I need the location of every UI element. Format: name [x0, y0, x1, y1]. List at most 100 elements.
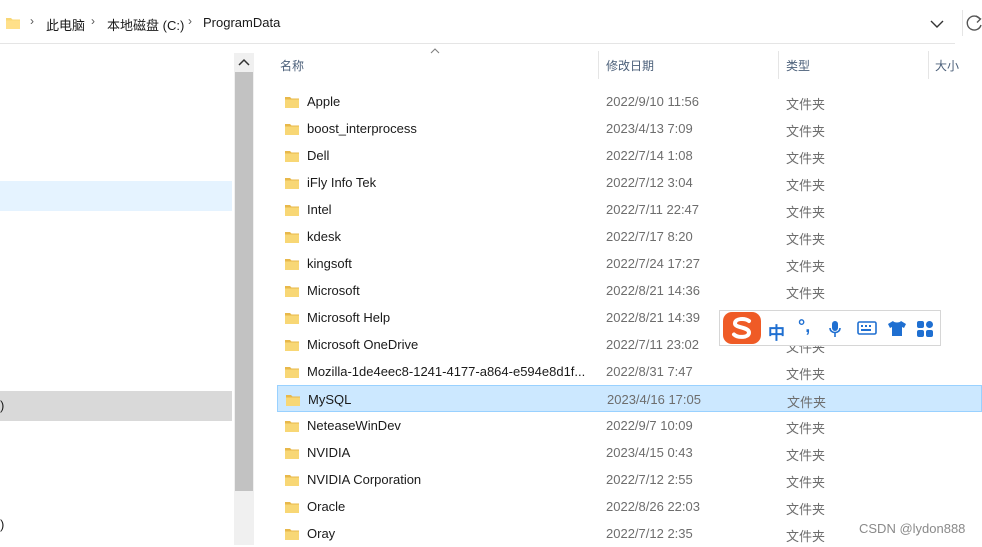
- column-divider[interactable]: [928, 51, 929, 79]
- file-name: kdesk: [307, 229, 341, 244]
- folder-icon: [285, 475, 299, 486]
- skin-shirt-icon[interactable]: [887, 320, 907, 337]
- folder-icon: [285, 151, 299, 162]
- file-type: 文件夹: [786, 529, 826, 544]
- column-header-date[interactable]: 修改日期: [606, 57, 654, 74]
- folder-icon: [285, 421, 299, 432]
- file-name: Intel: [307, 202, 332, 217]
- file-name: kingsoft: [307, 256, 352, 271]
- file-type: 文件夹: [786, 421, 826, 436]
- file-row[interactable]: kdesk 2022/7/17 8:20 文件夹: [277, 223, 982, 250]
- watermark: CSDN @lydon888: [859, 521, 966, 536]
- column-header-size[interactable]: 大小: [935, 57, 959, 74]
- navigation-pane: [0, 45, 256, 545]
- refresh-icon[interactable]: [962, 10, 982, 36]
- file-row[interactable]: boost_interprocess 2023/4/13 7:09 文件夹: [277, 115, 982, 142]
- nav-item-hover[interactable]: [0, 181, 232, 211]
- file-name: Dell: [307, 148, 330, 163]
- chevron-right-icon[interactable]: ›: [30, 14, 34, 28]
- file-name: boost_interprocess: [307, 121, 417, 136]
- chevron-right-icon[interactable]: ›: [188, 14, 192, 28]
- sort-ascending-icon: [430, 48, 440, 54]
- file-type: 文件夹: [787, 395, 827, 410]
- file-type: 文件夹: [786, 151, 826, 166]
- file-modified-date: 2022/7/12 2:55: [606, 472, 693, 487]
- file-type: 文件夹: [786, 259, 826, 274]
- chevron-right-icon[interactable]: ›: [91, 14, 95, 28]
- file-row[interactable]: iFly Info Tek 2022/7/12 3:04 文件夹: [277, 169, 982, 196]
- file-row[interactable]: Mozilla-1de4eec8-1241-4177-a864-e594e8d1…: [277, 358, 982, 385]
- folder-icon: [285, 286, 299, 297]
- keyboard-icon[interactable]: [857, 320, 877, 336]
- file-row[interactable]: NeteaseWinDev 2022/9/7 10:09 文件夹: [277, 412, 982, 439]
- column-divider[interactable]: [598, 51, 599, 79]
- file-modified-date: 2022/9/7 10:09: [606, 418, 693, 433]
- file-row[interactable]: NVIDIA 2023/4/15 0:43 文件夹: [277, 439, 982, 466]
- ime-punctuation-toggle[interactable]: °,: [798, 316, 810, 337]
- breadcrumb-local-disk[interactable]: 本地磁盘 (C:): [107, 15, 184, 34]
- sogou-logo-icon[interactable]: [723, 312, 761, 344]
- column-header-type[interactable]: 类型: [786, 57, 810, 74]
- file-name: Mozilla-1de4eec8-1241-4177-a864-e594e8d1…: [307, 364, 586, 379]
- file-row[interactable]: Apple 2022/9/10 11:56 文件夹: [277, 88, 982, 115]
- folder-icon: [285, 340, 299, 351]
- scroll-up-arrow-icon[interactable]: [234, 53, 254, 71]
- file-modified-date: 2023/4/16 17:05: [607, 392, 701, 407]
- file-row[interactable]: kingsoft 2022/7/24 17:27 文件夹: [277, 250, 982, 277]
- file-modified-date: 2022/8/26 22:03: [606, 499, 700, 514]
- file-modified-date: 2022/8/21 14:39: [606, 310, 700, 325]
- file-modified-date: 2022/9/10 11:56: [606, 94, 700, 109]
- folder-icon: [285, 502, 299, 513]
- ime-language-toggle[interactable]: 中: [768, 319, 785, 344]
- file-modified-date: 2022/8/31 7:47: [606, 364, 693, 379]
- scrollbar-thumb[interactable]: [235, 72, 253, 491]
- folder-icon: [285, 259, 299, 270]
- file-type: 文件夹: [786, 286, 826, 301]
- file-row[interactable]: NVIDIA Corporation 2022/7/12 2:55 文件夹: [277, 466, 982, 493]
- breadcrumb-programdata[interactable]: ProgramData: [203, 15, 280, 30]
- file-modified-date: 2022/7/14 1:08: [606, 148, 693, 163]
- file-row[interactable]: Microsoft 2022/8/21 14:36 文件夹: [277, 277, 982, 304]
- file-modified-date: 2023/4/13 7:09: [606, 121, 693, 136]
- folder-icon: [285, 178, 299, 189]
- file-type: 文件夹: [786, 97, 826, 112]
- file-row[interactable]: Oracle 2022/8/26 22:03 文件夹: [277, 493, 982, 520]
- nav-item-selected[interactable]: ): [0, 391, 232, 421]
- folder-icon: [285, 232, 299, 243]
- file-name: Microsoft Help: [307, 310, 391, 325]
- file-row[interactable]: Dell 2022/7/14 1:08 文件夹: [277, 142, 982, 169]
- file-modified-date: 2022/7/12 3:04: [606, 175, 693, 190]
- file-name: Microsoft OneDrive: [307, 337, 419, 352]
- address-bar[interactable]: › 此电脑 › 本地磁盘 (C:) › ProgramData: [0, 0, 955, 44]
- file-modified-date: 2022/7/17 8:20: [606, 229, 693, 244]
- file-type: 文件夹: [786, 205, 826, 220]
- microphone-icon[interactable]: [828, 320, 842, 338]
- toolbox-grid-icon[interactable]: [916, 320, 934, 338]
- file-name: MySQL: [308, 392, 352, 407]
- ime-toolbar[interactable]: 中 °,: [719, 310, 941, 346]
- folder-icon: [285, 124, 299, 135]
- column-header-name[interactable]: 名称: [280, 57, 304, 74]
- file-name: Microsoft: [307, 283, 360, 298]
- file-row[interactable]: Intel 2022/7/11 22:47 文件夹: [277, 196, 982, 223]
- file-row[interactable]: MySQL 2023/4/16 17:05 文件夹: [277, 385, 982, 412]
- folder-icon: [285, 529, 299, 540]
- file-modified-date: 2022/7/11 22:47: [606, 202, 700, 217]
- column-divider[interactable]: [778, 51, 779, 79]
- folder-icon: [6, 18, 20, 29]
- folder-icon: [285, 205, 299, 216]
- file-type: 文件夹: [786, 232, 826, 247]
- file-type: 文件夹: [786, 178, 826, 193]
- file-type: 文件夹: [786, 367, 826, 382]
- folder-icon: [285, 97, 299, 108]
- chevron-down-icon[interactable]: [928, 17, 946, 31]
- file-modified-date: 2022/7/12 2:35: [606, 526, 693, 541]
- nav-item-label[interactable]: ): [0, 517, 4, 532]
- breadcrumb-this-pc[interactable]: 此电脑: [46, 15, 85, 34]
- folder-icon: [285, 448, 299, 459]
- file-type: 文件夹: [786, 502, 826, 517]
- file-type: 文件夹: [786, 475, 826, 490]
- file-modified-date: 2022/7/24 17:27: [606, 256, 700, 271]
- file-modified-date: 2022/7/11 23:02: [606, 337, 700, 352]
- nav-item-label: ): [0, 398, 5, 413]
